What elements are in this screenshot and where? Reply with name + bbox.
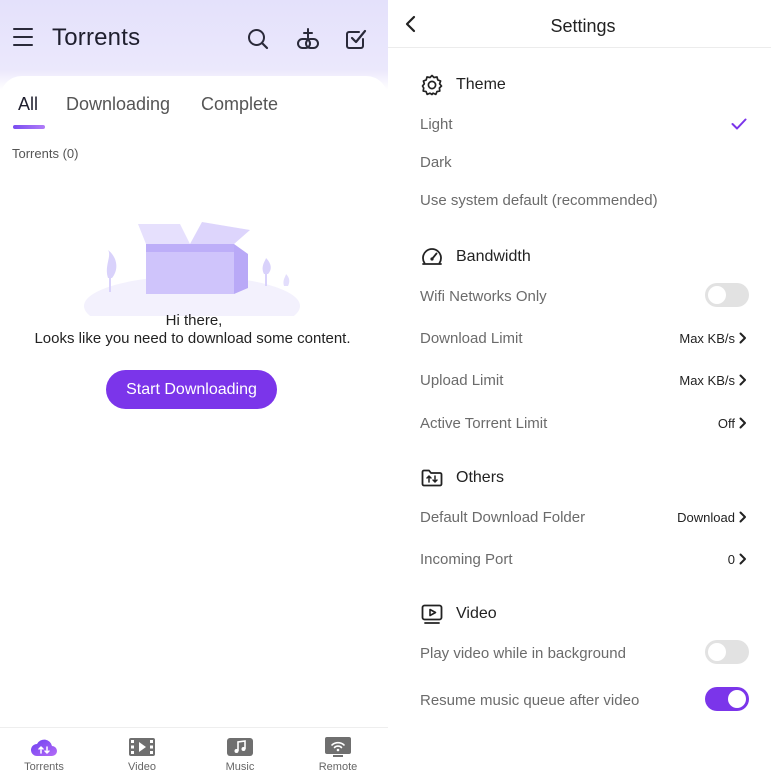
video-play-icon (421, 604, 443, 624)
others-title: Others (456, 469, 505, 486)
chevron-right-icon (739, 374, 746, 386)
nav-label-video: Video (128, 761, 156, 773)
bottom-navigation: Torrents Video Music Remote (0, 727, 388, 781)
nav-label-remote: Remote (318, 761, 358, 773)
torrent-tabs: All Downloading Complete (0, 92, 388, 132)
play-background-toggle[interactable] (705, 640, 749, 664)
theme-title: Theme (456, 76, 506, 93)
theme-option-system[interactable]: Use system default (recommended) (420, 192, 658, 209)
active-torrent-limit-label[interactable]: Active Torrent Limit (420, 415, 547, 432)
bandwidth-title: Bandwidth (456, 248, 531, 265)
remote-icon (325, 737, 351, 757)
video-film-icon (129, 738, 155, 756)
torrents-header: Torrents (0, 0, 388, 78)
tab-all[interactable]: All (18, 94, 38, 115)
section-video: Video (420, 602, 497, 626)
download-limit-label[interactable]: Download Limit (420, 330, 523, 347)
empty-box-illustration (84, 222, 300, 316)
incoming-port-value: 0 (727, 552, 735, 567)
nav-torrents[interactable]: Torrents (9, 736, 79, 773)
chevron-right-icon (739, 417, 746, 429)
theme-option-dark[interactable]: Dark (420, 154, 452, 171)
settings-header: Settings (388, 0, 771, 48)
chevron-right-icon (739, 332, 746, 344)
settings-title: Settings (550, 16, 616, 36)
upload-limit-label[interactable]: Upload Limit (420, 372, 503, 389)
tab-downloading[interactable]: Downloading (66, 94, 170, 115)
page-title: Torrents (52, 24, 141, 51)
download-folder-value: Download (677, 510, 735, 525)
nav-remote[interactable]: Remote (303, 736, 373, 773)
resume-music-label: Resume music queue after video (420, 692, 640, 709)
video-title: Video (456, 605, 497, 622)
upload-limit-value: Max KB/s (679, 373, 735, 388)
active-torrent-limit-value: Off (717, 416, 735, 431)
theme-gear-icon (421, 74, 443, 96)
music-icon (227, 738, 253, 756)
speedometer-icon (422, 248, 442, 265)
tab-complete[interactable]: Complete (201, 94, 278, 115)
chevron-right-icon (739, 553, 746, 565)
nav-label-music: Music (225, 761, 255, 773)
add-link-icon[interactable] (296, 27, 320, 51)
empty-greeting: Hi there, (165, 312, 223, 329)
incoming-port-label[interactable]: Incoming Port (420, 551, 513, 568)
theme-option-light[interactable]: Light (420, 116, 453, 133)
start-downloading-button[interactable]: Start Downloading (106, 370, 277, 409)
nav-video[interactable]: Video (107, 736, 177, 773)
section-others: Others (420, 466, 504, 490)
torrent-count: Torrents (0) (12, 146, 79, 161)
selected-check-icon (731, 118, 747, 130)
download-folder-label[interactable]: Default Download Folder (420, 509, 585, 526)
folder-transfer-icon (421, 469, 443, 487)
chevron-right-icon (739, 511, 746, 523)
menu-icon[interactable] (13, 28, 35, 48)
nav-label-torrents: Torrents (24, 761, 64, 773)
resume-music-toggle[interactable] (705, 687, 749, 711)
settings-screen: Settings Theme Light Dark Use system def… (388, 0, 771, 781)
play-background-label: Play video while in background (420, 645, 626, 662)
torrents-cloud-icon (31, 739, 57, 756)
active-tab-indicator (13, 125, 45, 129)
torrents-card: All Downloading Complete Torrents (0) Hi… (0, 76, 388, 781)
download-limit-value: Max KB/s (679, 331, 735, 346)
search-icon[interactable] (246, 27, 270, 51)
section-theme: Theme (420, 73, 506, 97)
torrents-screen: Torrents All Downloading Complete Torren… (0, 0, 388, 781)
section-bandwidth: Bandwidth (420, 245, 531, 269)
wifi-only-toggle[interactable] (705, 283, 749, 307)
empty-message: Looks like you need to download some con… (34, 330, 351, 347)
nav-music[interactable]: Music (205, 736, 275, 773)
wifi-only-label: Wifi Networks Only (420, 288, 547, 305)
select-icon[interactable] (344, 27, 368, 51)
